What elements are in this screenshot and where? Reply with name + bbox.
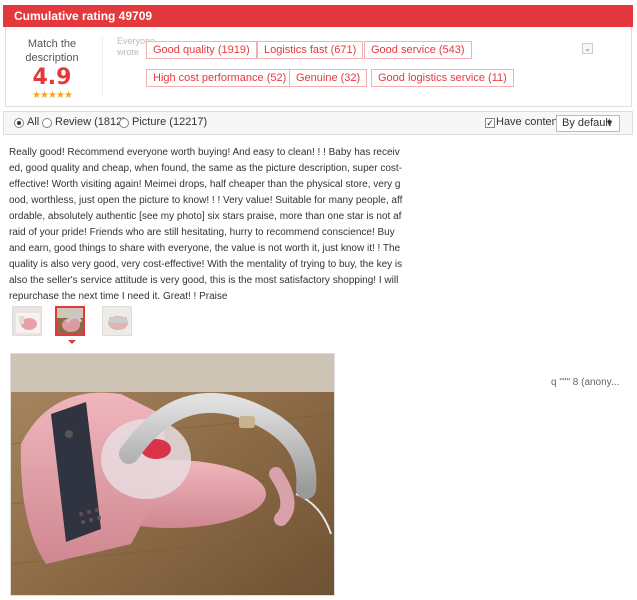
reviewer-name[interactable]: q """ 8 (anony...	[551, 377, 619, 388]
radio-review[interactable]	[42, 118, 52, 128]
selected-thumbnail-indicator	[68, 340, 76, 344]
rating-score: 4.9	[32, 65, 72, 90]
divider	[102, 37, 103, 97]
thumbnail-image	[13, 307, 41, 335]
match-description-label: Match the description	[12, 37, 92, 65]
review-thumbnail[interactable]	[102, 306, 132, 336]
radio-all[interactable]	[14, 118, 24, 128]
thumbnail-image	[103, 307, 131, 335]
thumbnail-image	[57, 308, 83, 334]
tag-high-cost-performance[interactable]: High cost performance (52)	[146, 69, 294, 87]
rating-header: Cumulative rating 49709	[3, 5, 633, 27]
match-label-line2: description	[25, 52, 79, 64]
sort-dropdown[interactable]: By default ▼	[556, 115, 620, 132]
match-label-line1: Match the	[27, 38, 77, 50]
rating-header-title: Cumulative rating 49709	[14, 9, 153, 23]
sort-dropdown-label: By default	[562, 117, 611, 129]
tag-logistics-fast[interactable]: Logistics fast (671)	[257, 41, 364, 59]
expand-tags-icon[interactable]: ⌄	[582, 43, 593, 54]
tag-good-service[interactable]: Good service (543)	[364, 41, 472, 59]
star-rating-icon: ★★★★★	[32, 90, 73, 101]
vacuum-cleaner-image	[11, 354, 334, 595]
radio-picture[interactable]	[119, 118, 129, 128]
tag-genuine[interactable]: Genuine (32)	[289, 69, 368, 87]
review-text: Really good! Recommend everyone worth bu…	[9, 147, 403, 302]
rating-summary: Match the description 4.9 ★★★★★ Everyone…	[5, 27, 632, 107]
has-content-checkbox[interactable]: ✓	[485, 118, 495, 128]
chevron-down-icon: ▼	[605, 118, 614, 128]
has-content-label[interactable]: Have content	[496, 116, 561, 128]
tag-good-logistics-service[interactable]: Good logistics service (11)	[371, 69, 514, 87]
review-photo[interactable]	[10, 353, 335, 596]
review-thumbnail[interactable]	[12, 306, 42, 336]
radio-all-label[interactable]: All	[27, 116, 39, 128]
review-thumbnail[interactable]	[55, 306, 85, 336]
radio-review-label[interactable]: Review (1812)	[55, 116, 126, 128]
review-filter-bar: All Review (1812) Picture (12217) ✓ Have…	[3, 111, 633, 135]
tag-good-quality[interactable]: Good quality (1919)	[146, 41, 257, 59]
radio-picture-label[interactable]: Picture (12217)	[132, 116, 207, 128]
